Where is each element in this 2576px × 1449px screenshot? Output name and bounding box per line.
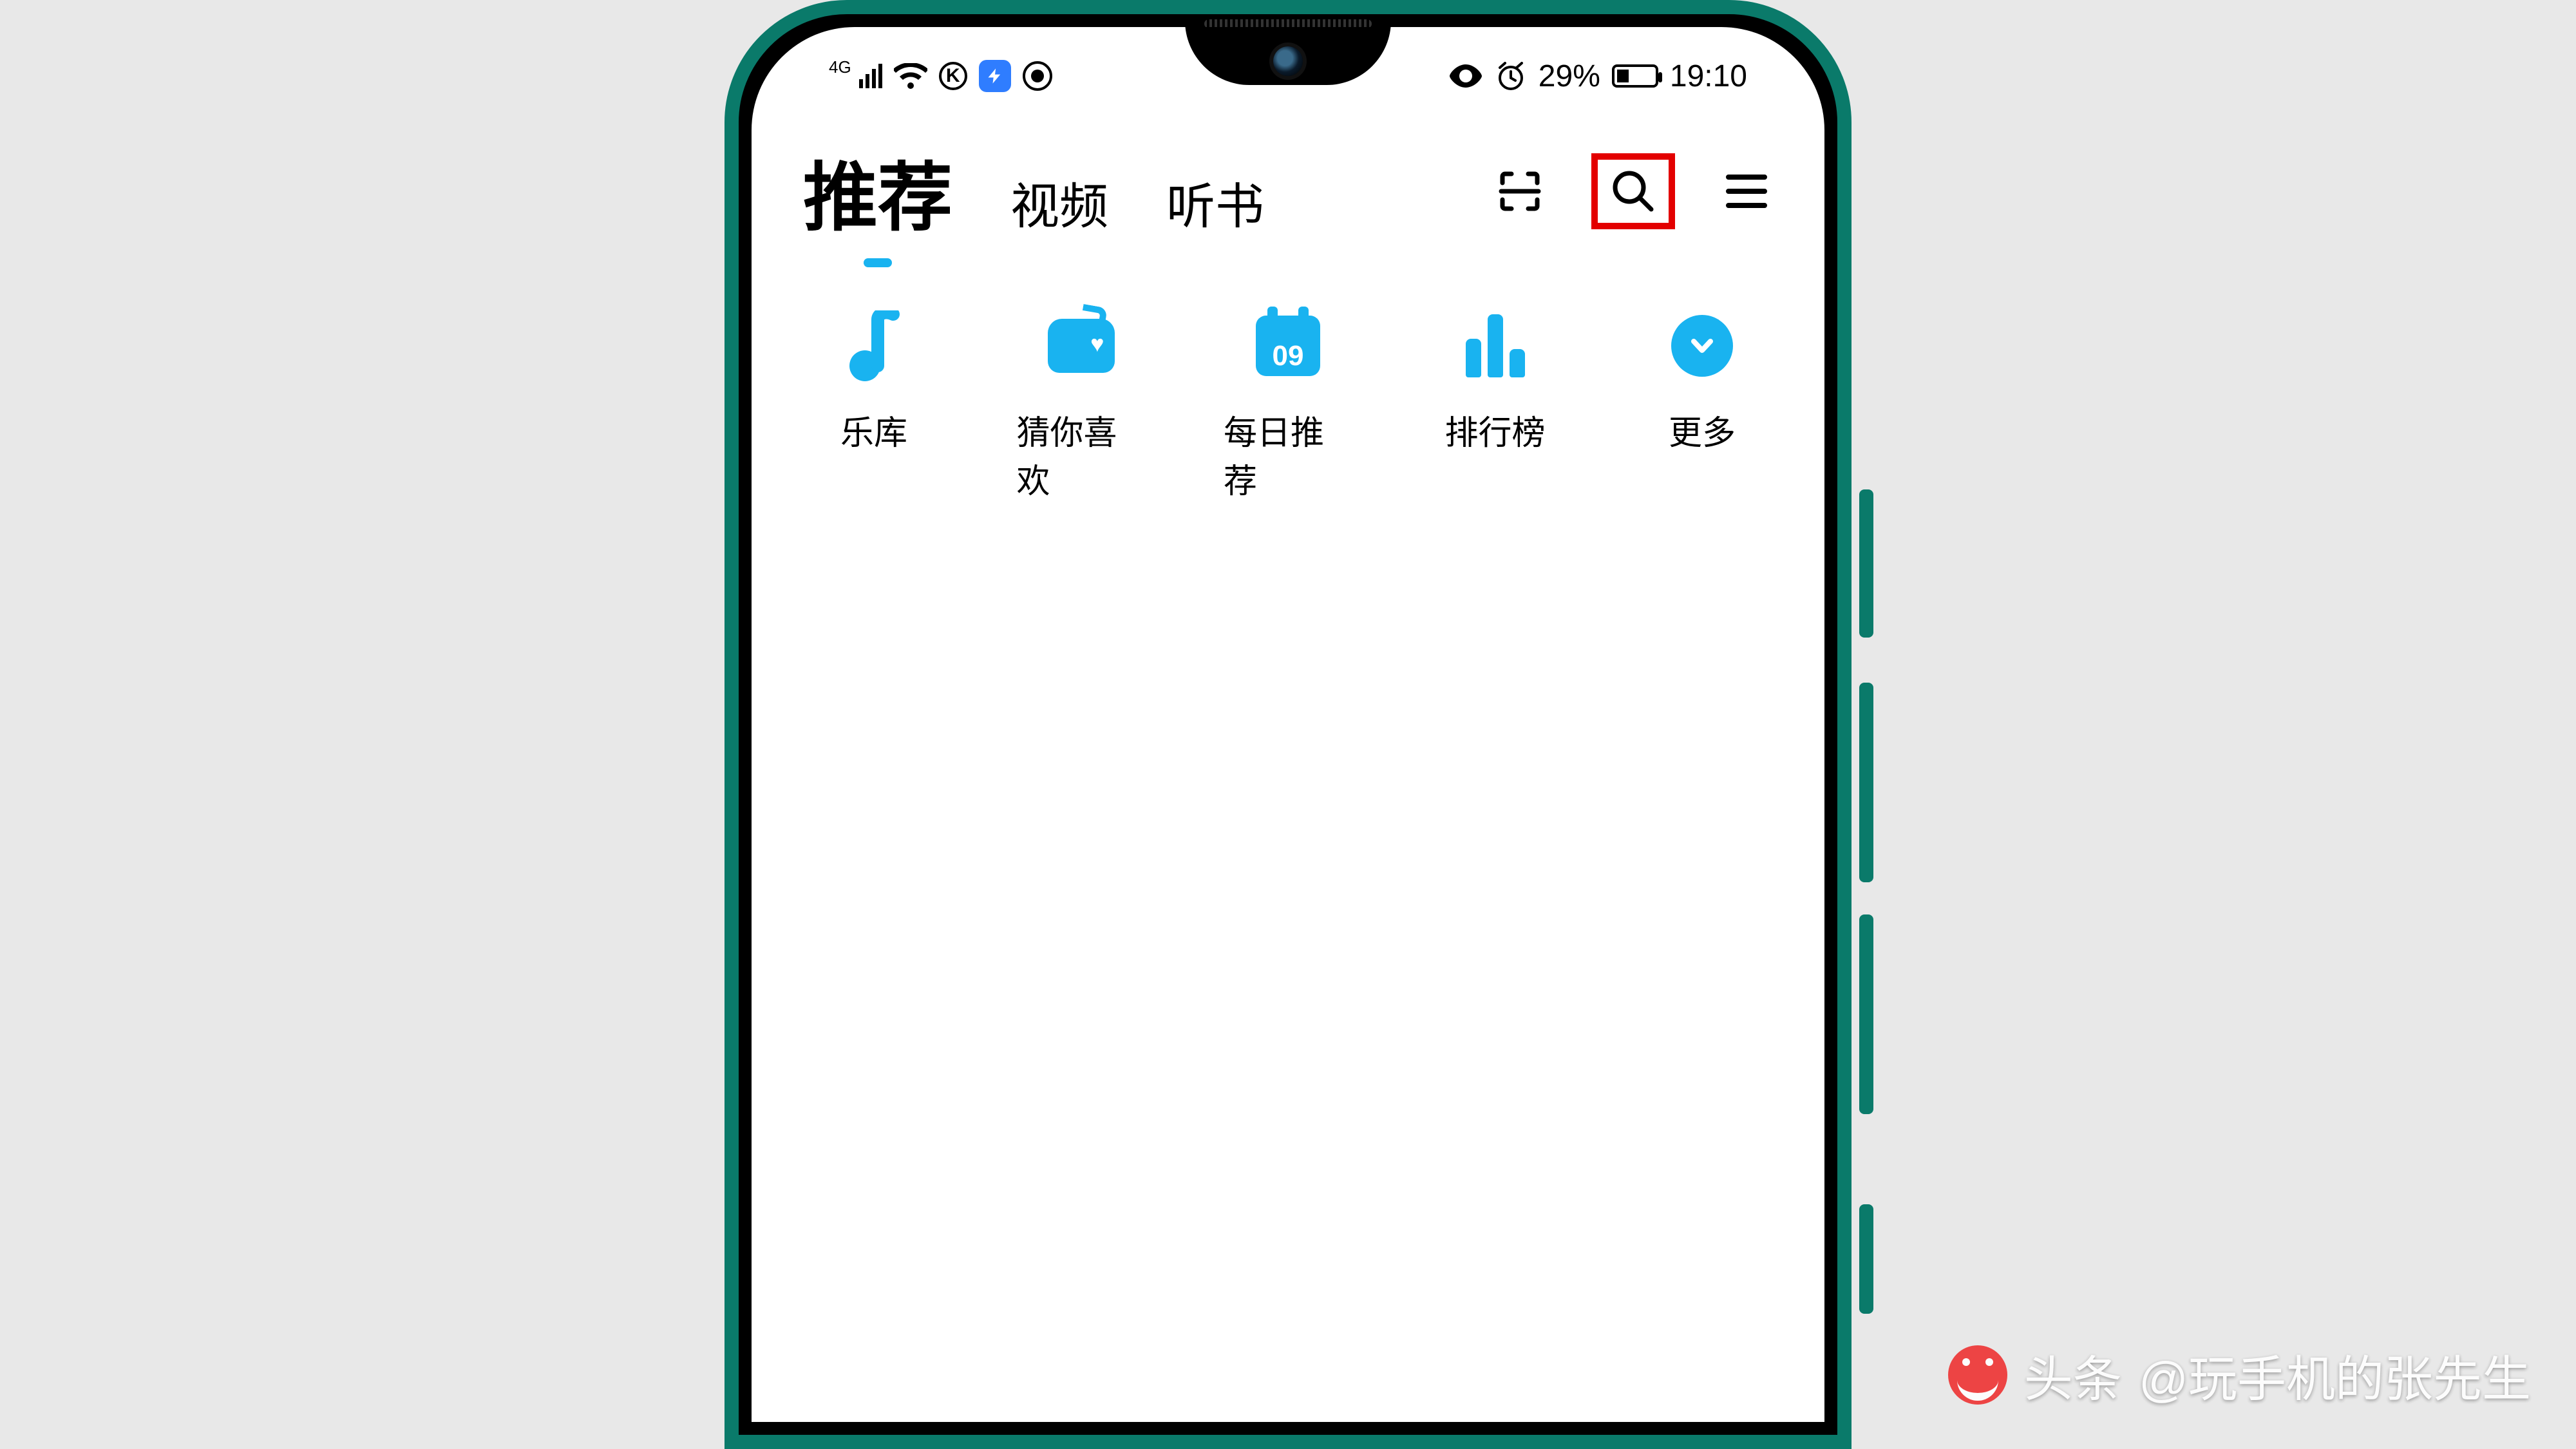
tab-recommend[interactable]: 推荐 [803, 137, 952, 245]
hamburger-icon [1726, 173, 1767, 209]
shortcut-label: 每日推荐 [1224, 406, 1352, 502]
shortcut-label: 乐库 [840, 406, 907, 454]
record-indicator-icon [1023, 61, 1052, 91]
search-icon [1610, 168, 1656, 214]
phone-side-button [1859, 914, 1873, 1114]
shortcut-daily-recommend[interactable]: 09 每日推荐 [1224, 310, 1352, 502]
shortcut-guess-you-like[interactable]: 猜你喜欢 [1017, 310, 1146, 502]
search-button[interactable] [1607, 165, 1660, 218]
network-type-label: 4G [829, 59, 851, 75]
shortcut-ranking[interactable]: 排行榜 [1431, 310, 1560, 502]
k-badge-icon: K [939, 62, 967, 90]
shortcut-label: 猜你喜欢 [1017, 406, 1146, 502]
signal-bars-icon [859, 64, 882, 88]
phone-side-button [1859, 1204, 1873, 1314]
search-button-highlight [1591, 153, 1675, 229]
more-chevron-icon [1667, 310, 1738, 381]
clock-label: 19:10 [1670, 59, 1747, 94]
calendar-icon: 09 [1253, 310, 1323, 381]
watermark-handle: @玩手机的张先生 [2139, 1340, 2531, 1410]
screen: 4G K [752, 27, 1824, 1422]
toutiao-logo-icon [1948, 1345, 2007, 1405]
shortcut-label: 更多 [1669, 406, 1736, 454]
app-header: 推荐 视频 听书 [752, 137, 1824, 246]
phone-side-button [1859, 683, 1873, 882]
music-library-icon [838, 310, 909, 381]
calendar-day-label: 09 [1256, 316, 1320, 376]
shortcut-more[interactable]: 更多 [1638, 310, 1766, 502]
alarm-icon [1495, 60, 1527, 92]
radio-heart-icon [1046, 310, 1117, 381]
shortcut-library[interactable]: 乐库 [810, 310, 938, 502]
scan-icon [1497, 169, 1542, 214]
tab-video[interactable]: 视频 [1010, 167, 1108, 238]
wifi-icon [894, 63, 927, 89]
battery-icon [1612, 64, 1658, 88]
lightning-app-icon [979, 60, 1011, 92]
phone-side-button [1859, 489, 1873, 638]
battery-percent-label: 29% [1539, 59, 1600, 94]
ranking-bars-icon [1460, 310, 1531, 381]
tab-audiobook[interactable]: 听书 [1166, 167, 1264, 238]
phone-frame: 4G K [724, 0, 1852, 1449]
watermark-brand: 头条 [2024, 1340, 2122, 1410]
watermark: 头条 @玩手机的张先生 [1948, 1340, 2531, 1410]
header-tabs: 推荐 视频 听书 [803, 137, 1493, 245]
status-bar: 4G K [752, 50, 1824, 102]
menu-button[interactable] [1720, 165, 1773, 218]
shortcut-label: 排行榜 [1444, 406, 1545, 454]
scan-button[interactable] [1493, 165, 1546, 218]
shortcut-row: 乐库 猜你喜欢 09 每日推荐 [752, 310, 1824, 502]
eye-comfort-icon [1448, 64, 1483, 88]
